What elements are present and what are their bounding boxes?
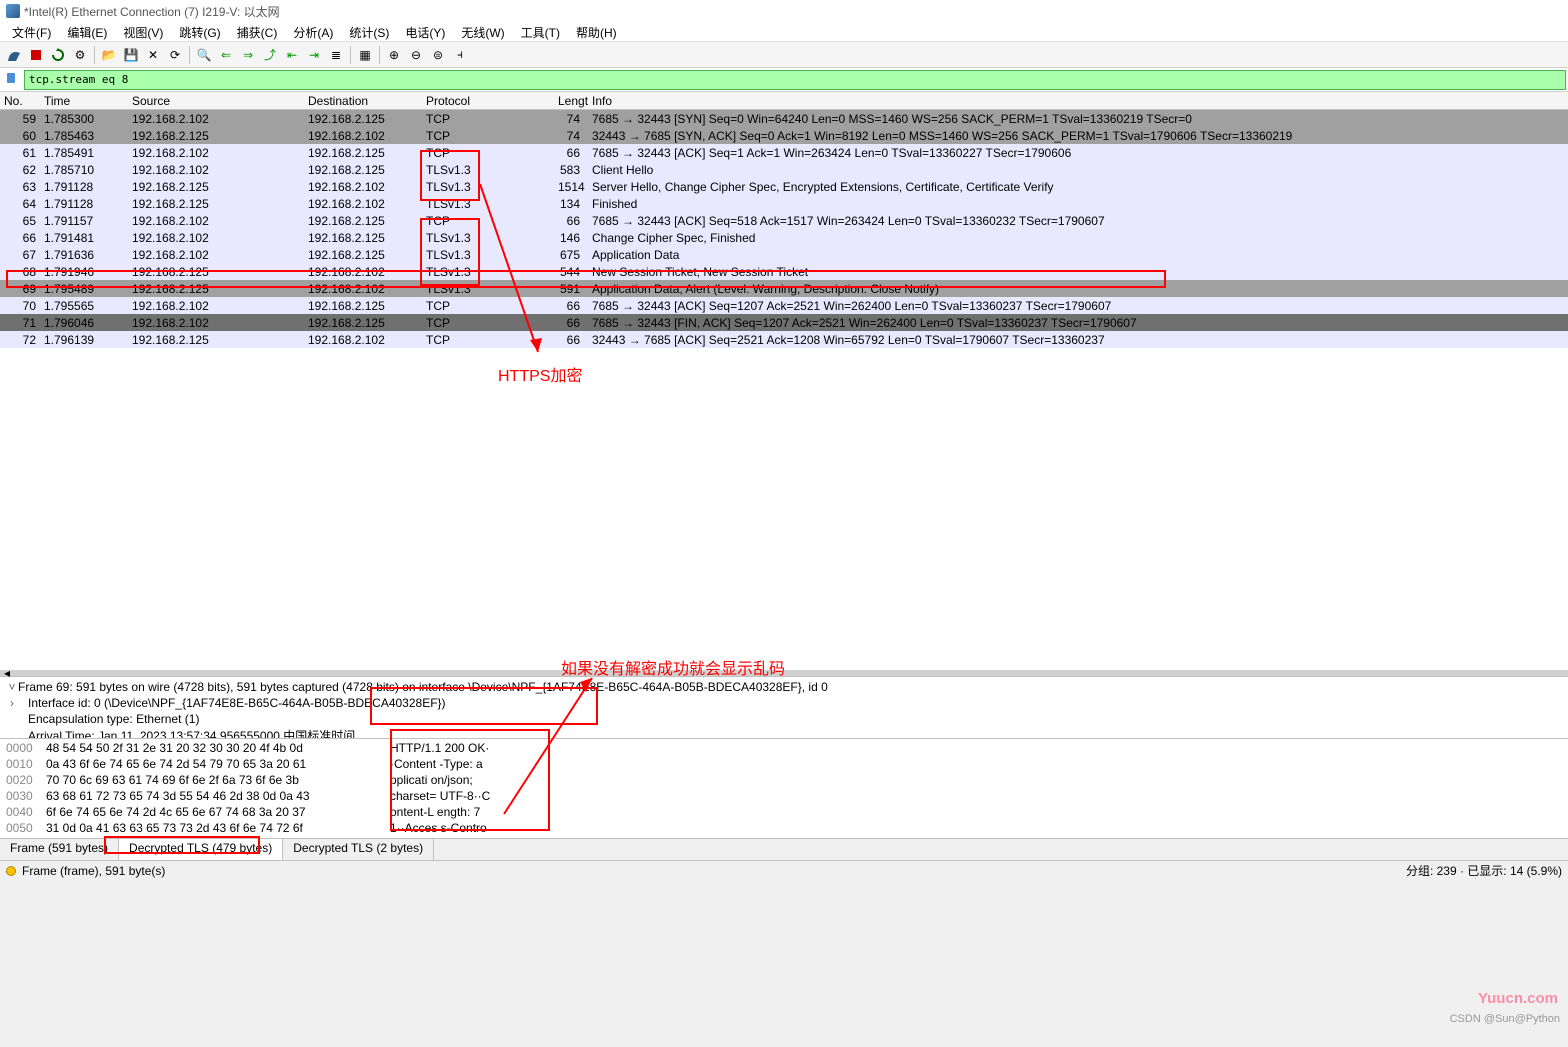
statusbar: Frame (frame), 591 byte(s) 分组: 239 · 已显示… xyxy=(0,860,1568,880)
app-icon xyxy=(6,4,20,18)
detail-line[interactable]: Encapsulation type: Ethernet (1) xyxy=(6,711,1562,727)
zoom-out-icon[interactable]: ⊖ xyxy=(406,45,426,65)
col-destination[interactable]: Destination xyxy=(304,94,422,108)
packet-row[interactable]: 701.795565192.168.2.102192.168.2.125TCP6… xyxy=(0,297,1568,314)
packet-row[interactable]: 621.785710192.168.2.102192.168.2.125TLSv… xyxy=(0,161,1568,178)
packet-row[interactable]: 591.785300192.168.2.102192.168.2.125TCP7… xyxy=(0,110,1568,127)
annotation-text: HTTPS加密 xyxy=(498,362,582,386)
save-file-icon[interactable]: 💾 xyxy=(121,45,141,65)
hex-line[interactable]: 00100a 43 6f 6e 74 65 6e 74 2d 54 79 70 … xyxy=(6,757,1562,773)
display-filter-input[interactable] xyxy=(24,70,1566,90)
packet-row[interactable]: 641.791128192.168.2.125192.168.2.102TLSv… xyxy=(0,195,1568,212)
packet-row[interactable]: 661.791481192.168.2.102192.168.2.125TLSv… xyxy=(0,229,1568,246)
titlebar: *Intel(R) Ethernet Connection (7) I219-V… xyxy=(0,0,1568,22)
auto-scroll-icon[interactable]: ≣ xyxy=(326,45,346,65)
bytes-tab[interactable]: Frame (591 bytes) xyxy=(0,839,119,860)
bytes-tab[interactable]: Decrypted TLS (479 bytes) xyxy=(119,839,283,860)
col-time[interactable]: Time xyxy=(40,94,128,108)
packet-list-header[interactable]: No. Time Source Destination Protocol Len… xyxy=(0,92,1568,110)
packet-bytes[interactable]: 000048 54 54 50 2f 31 2e 31 20 32 30 30 … xyxy=(0,738,1568,838)
filter-bar xyxy=(0,68,1568,92)
go-last-icon[interactable]: ⇥ xyxy=(304,45,324,65)
menu-item[interactable]: 编辑(E) xyxy=(59,22,115,41)
packet-row[interactable]: 601.785463192.168.2.125192.168.2.102TCP7… xyxy=(0,127,1568,144)
menu-item[interactable]: 工具(T) xyxy=(513,22,568,41)
colorize-icon[interactable]: ▦ xyxy=(355,45,375,65)
col-length[interactable]: Lengt xyxy=(554,94,588,108)
hex-line[interactable]: 005031 0d 0a 41 63 63 65 73 73 2d 43 6f … xyxy=(6,821,1562,837)
hex-line[interactable]: 002070 70 6c 69 63 61 74 69 6f 6e 2f 6a … xyxy=(6,773,1562,789)
stop-capture-icon[interactable] xyxy=(26,45,46,65)
menu-item[interactable]: 视图(V) xyxy=(115,22,171,41)
window-title: *Intel(R) Ethernet Connection (7) I219-V… xyxy=(24,3,280,20)
watermark: CSDN @Sun@Python xyxy=(1450,1013,1560,1025)
packet-row[interactable]: 611.785491192.168.2.102192.168.2.125TCP6… xyxy=(0,144,1568,161)
annotation-text: 如果没有解密成功就会显示乱码 xyxy=(561,655,785,679)
menu-item[interactable]: 统计(S) xyxy=(341,22,397,41)
packet-row[interactable]: 711.796046192.168.2.102192.168.2.125TCP6… xyxy=(0,314,1568,331)
capture-options-icon[interactable]: ⚙ xyxy=(70,45,90,65)
col-source[interactable]: Source xyxy=(128,94,304,108)
menu-item[interactable]: 帮助(H) xyxy=(568,22,625,41)
packet-row[interactable]: 721.796139192.168.2.125192.168.2.102TCP6… xyxy=(0,331,1568,348)
bookmark-icon[interactable] xyxy=(4,71,22,89)
toolbar: ⚙ 📂 💾 ✕ ⟳ 🔍 ⇐ ⇒ ⤴ ⇤ ⇥ ≣ ▦ ⊕ ⊖ ⊜ ⫞ xyxy=(0,42,1568,68)
packet-list[interactable]: 591.785300192.168.2.102192.168.2.125TCP7… xyxy=(0,110,1568,670)
hex-line[interactable]: 00406f 6e 74 65 6e 74 2d 4c 65 6e 67 74 … xyxy=(6,805,1562,821)
open-file-icon[interactable]: 📂 xyxy=(99,45,119,65)
menu-item[interactable]: 分析(A) xyxy=(285,22,341,41)
bytes-tab[interactable]: Decrypted TLS (2 bytes) xyxy=(283,839,434,860)
col-info[interactable]: Info xyxy=(588,94,1568,108)
packet-row[interactable]: 651.791157192.168.2.102192.168.2.125TCP6… xyxy=(0,212,1568,229)
bytes-tabs: Frame (591 bytes)Decrypted TLS (479 byte… xyxy=(0,838,1568,860)
jump-icon[interactable]: ⤴ xyxy=(260,45,280,65)
hex-line[interactable]: 000048 54 54 50 2f 31 2e 31 20 32 30 30 … xyxy=(6,741,1562,757)
find-icon[interactable]: 🔍 xyxy=(194,45,214,65)
go-back-icon[interactable]: ⇐ xyxy=(216,45,236,65)
close-file-icon[interactable]: ✕ xyxy=(143,45,163,65)
hex-line[interactable]: 003063 68 61 72 73 65 74 3d 55 54 46 2d … xyxy=(6,789,1562,805)
expert-info-icon[interactable] xyxy=(6,866,16,876)
menu-item[interactable]: 文件(F) xyxy=(4,22,59,41)
restart-capture-icon[interactable] xyxy=(48,45,68,65)
resize-columns-icon[interactable]: ⫞ xyxy=(450,45,470,65)
reload-icon[interactable]: ⟳ xyxy=(165,45,185,65)
menu-item[interactable]: 跳转(G) xyxy=(171,22,228,41)
packet-details[interactable]: ˅Frame 69: 591 bytes on wire (4728 bits)… xyxy=(0,676,1568,738)
menu-item[interactable]: 电话(Y) xyxy=(397,22,453,41)
detail-line[interactable]: › Interface id: 0 (\Device\NPF_{1AF74E8E… xyxy=(6,695,1562,711)
menubar: 文件(F)编辑(E)视图(V)跳转(G)捕获(C)分析(A)统计(S)电话(Y)… xyxy=(0,22,1568,42)
menu-item[interactable]: 捕获(C) xyxy=(229,22,286,41)
status-text: Frame (frame), 591 byte(s) xyxy=(22,864,165,878)
detail-line[interactable]: ˅Frame 69: 591 bytes on wire (4728 bits)… xyxy=(6,679,1562,695)
packet-row[interactable]: 671.791636192.168.2.102192.168.2.125TLSv… xyxy=(0,246,1568,263)
go-forward-icon[interactable]: ⇒ xyxy=(238,45,258,65)
col-no[interactable]: No. xyxy=(0,94,40,108)
col-protocol[interactable]: Protocol xyxy=(422,94,554,108)
zoom-reset-icon[interactable]: ⊜ xyxy=(428,45,448,65)
watermark: Yuucn.com xyxy=(1478,990,1558,1007)
packet-row[interactable]: 681.791946192.168.2.125192.168.2.102TLSv… xyxy=(0,263,1568,280)
menu-item[interactable]: 无线(W) xyxy=(453,22,512,41)
go-first-icon[interactable]: ⇤ xyxy=(282,45,302,65)
detail-line[interactable]: Arrival Time: Jan 11, 2023 13:57:34.9565… xyxy=(6,727,1562,738)
shark-fin-icon[interactable] xyxy=(4,45,24,65)
packet-row[interactable]: 631.791128192.168.2.125192.168.2.102TLSv… xyxy=(0,178,1568,195)
status-packets: 分组: 239 · 已显示: 14 (5.9%) xyxy=(1406,862,1562,879)
zoom-in-icon[interactable]: ⊕ xyxy=(384,45,404,65)
packet-row[interactable]: 691.795489192.168.2.125192.168.2.102TLSv… xyxy=(0,280,1568,297)
